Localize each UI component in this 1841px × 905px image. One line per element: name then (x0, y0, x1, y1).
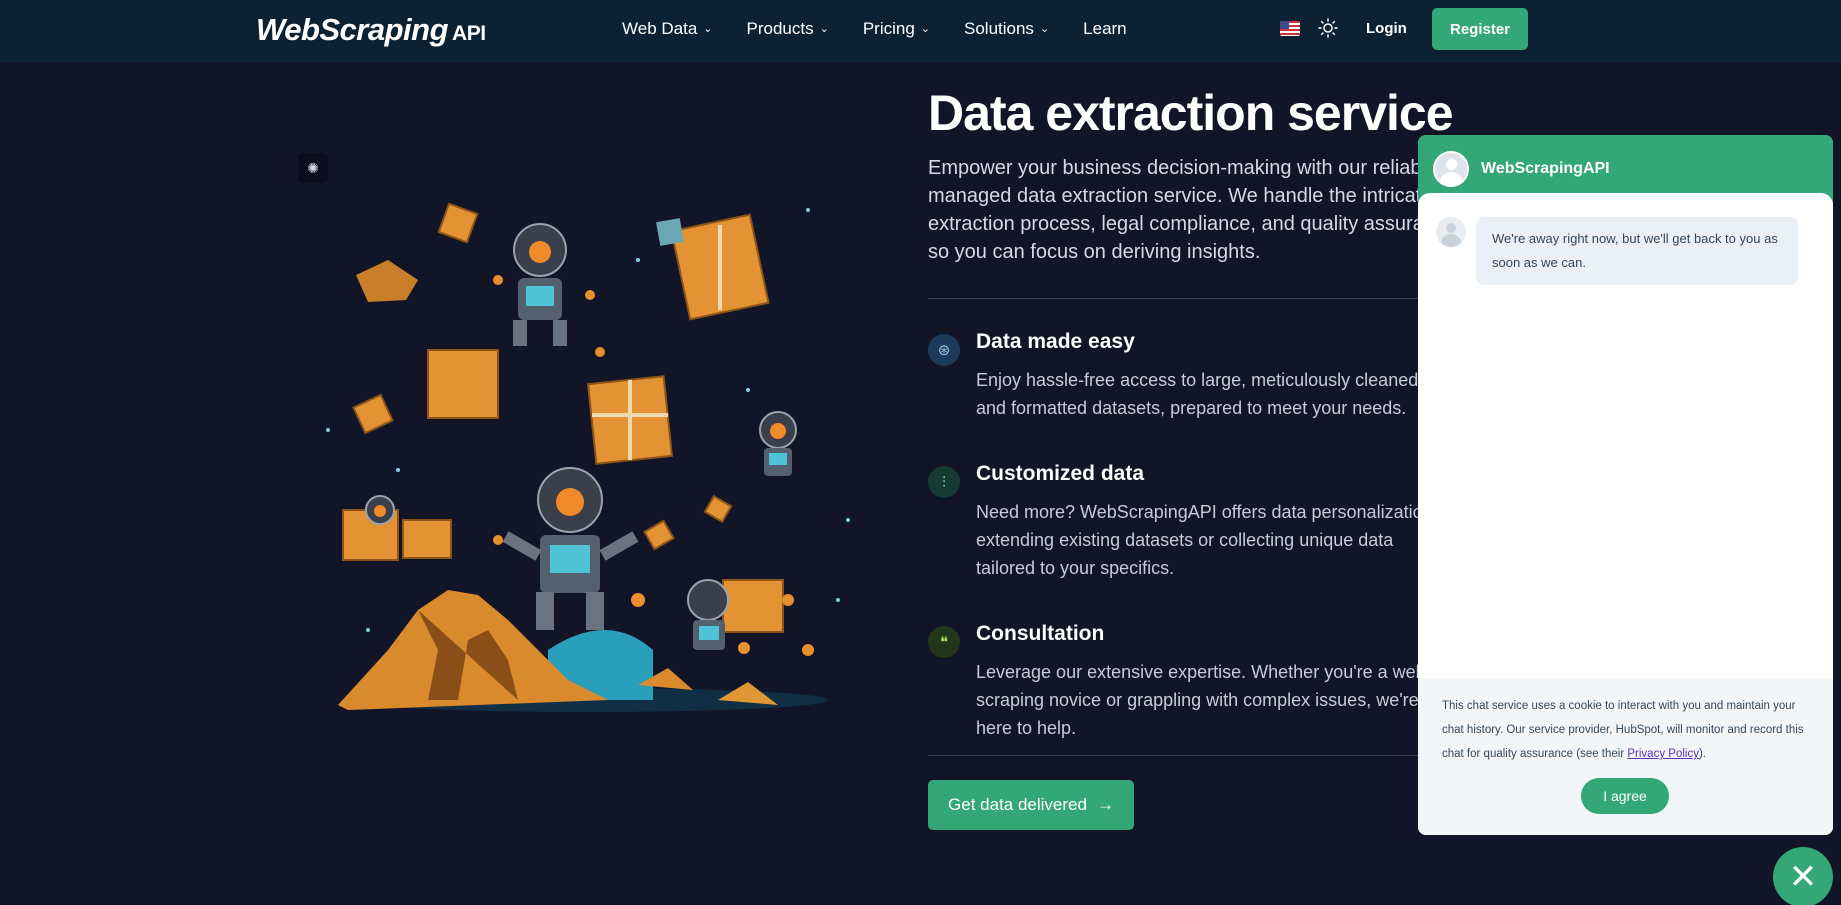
get-data-delivered-button[interactable]: Get data delivered → (928, 780, 1134, 830)
consent-text: This chat service uses a cookie to inter… (1442, 700, 1804, 760)
chevron-down-icon: ⌄ (703, 22, 713, 35)
lead-text: Empower your business decision-making wi… (928, 157, 1457, 263)
divider (928, 755, 1428, 756)
chat-message: We're away right now, but we'll get back… (1476, 217, 1798, 285)
nav-item-solutions[interactable]: Solutions ⌄ (964, 19, 1049, 39)
avatar (1433, 151, 1469, 187)
sliders-icon: ⫶ (928, 466, 960, 498)
chevron-down-icon: ⌄ (920, 22, 930, 35)
nav-menu: Web Data ⌄ Products ⌄ Pricing ⌄ Solutions ⌄ … (622, 19, 1127, 39)
brain-icon[interactable]: ✺ (298, 153, 328, 183)
divider (928, 298, 1428, 299)
logo[interactable]: WebScraping API (256, 12, 486, 48)
cookie-consent: This chat service uses a cookie to inter… (1418, 678, 1833, 835)
chat-title: WebScrapingAPI (1481, 160, 1610, 177)
privacy-policy-link[interactable]: Privacy Policy (1627, 748, 1699, 760)
robots-illustration (326, 202, 850, 712)
nav-item-web-data[interactable]: Web Data ⌄ (622, 19, 713, 39)
agent-avatar (1436, 217, 1466, 247)
sun-icon[interactable] (1318, 18, 1338, 38)
chat-bubbles-icon: ❝ (928, 626, 960, 658)
register-button[interactable]: Register (1432, 8, 1528, 50)
nav-item-pricing[interactable]: Pricing ⌄ (863, 19, 930, 39)
chat-widget: WebScrapingAPI We're away right now, but… (1418, 135, 1833, 835)
chevron-down-icon: ⌄ (819, 22, 829, 35)
nav-item-learn[interactable]: Learn (1083, 19, 1126, 39)
arrow-right-icon: → (1096, 795, 1114, 814)
dataset-icon: ⊛ (928, 334, 960, 366)
top-nav: WebScraping API Web Data ⌄ Products ⌄ Prici… (0, 0, 1841, 63)
nav-item-products[interactable]: Products ⌄ (747, 19, 829, 39)
close-icon[interactable]: ✕ (1773, 847, 1833, 905)
page-title: Data extraction service (928, 85, 1454, 141)
chevron-down-icon: ⌄ (1039, 22, 1050, 35)
login-link[interactable]: Login (1366, 20, 1407, 37)
i-agree-button[interactable]: I agree (1581, 778, 1669, 814)
us-flag-icon[interactable] (1280, 21, 1300, 36)
